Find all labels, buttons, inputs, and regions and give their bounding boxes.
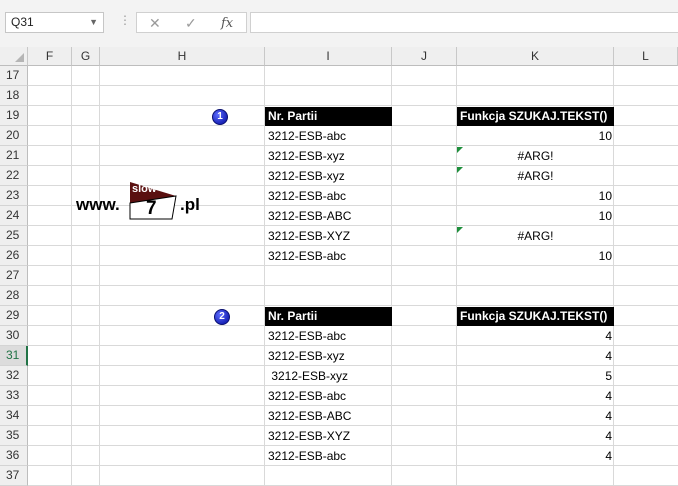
row-header[interactable]: 21 <box>0 146 28 166</box>
table1-batch-cell[interactable]: 3212-ESB-abc <box>268 127 346 146</box>
table2-result-cell[interactable]: 4 <box>457 447 612 466</box>
row-header[interactable]: 25 <box>0 226 28 246</box>
row-header[interactable]: 32 <box>0 366 28 386</box>
row-header[interactable]: 19 <box>0 106 28 126</box>
logo-word: slow <box>132 183 157 195</box>
table1-result-cell[interactable]: #ARG! <box>457 147 614 166</box>
row-header[interactable]: 29 <box>0 306 28 326</box>
table1-batch-cell[interactable]: 3212-ESB-abc <box>268 187 346 206</box>
table1-result-cell[interactable]: 10 <box>457 187 612 206</box>
table1-result-cell[interactable]: #ARG! <box>457 167 614 186</box>
table2-batch-cell[interactable]: 3212-ESB-XYZ <box>268 427 350 446</box>
chevron-down-icon[interactable]: ▼ <box>89 13 98 32</box>
grid-line <box>264 66 265 486</box>
row-header[interactable]: 34 <box>0 406 28 426</box>
column-header-j[interactable]: J <box>392 47 457 66</box>
row-header[interactable]: 24 <box>0 206 28 226</box>
row-header[interactable]: 35 <box>0 426 28 446</box>
table1-batch-cell[interactable]: 3212-ESB-xyz <box>268 147 345 166</box>
grid-line <box>28 105 678 106</box>
table2-batch-cell[interactable]: 3212-ESB-abc <box>268 327 346 346</box>
table1-result-cell[interactable]: #ARG! <box>457 227 614 246</box>
table2-result-cell[interactable]: 4 <box>457 427 612 446</box>
table2-batch-cell[interactable]: 3212-ESB-abc <box>268 447 346 466</box>
table1-header-func[interactable]: Funkcja SZUKAJ.TEKST() <box>457 107 614 126</box>
grid-line <box>71 66 72 486</box>
table1-batch-cell[interactable]: 3212-ESB-ABC <box>268 207 351 226</box>
logo-suffix: .pl <box>180 195 200 214</box>
table1-result-cell[interactable]: 10 <box>457 247 612 266</box>
table2-batch-cell[interactable]: 3212-ESB-xyz <box>268 347 345 366</box>
logo-digit: 7 <box>146 198 157 219</box>
row-header[interactable]: 20 <box>0 126 28 146</box>
row-header[interactable]: 28 <box>0 286 28 306</box>
table2-result-cell[interactable]: 5 <box>457 367 612 386</box>
table2-result-cell[interactable]: 4 <box>457 407 612 426</box>
site-logo: www. slow 7 .pl <box>76 181 206 221</box>
grid-line <box>28 285 678 286</box>
table2-header-func[interactable]: Funkcja SZUKAJ.TEKST() <box>457 307 614 326</box>
select-all-corner[interactable] <box>0 47 28 66</box>
table2-result-cell[interactable]: 4 <box>457 347 612 366</box>
table1-batch-cell[interactable]: 3212-ESB-XYZ <box>268 227 350 246</box>
table2-batch-cell[interactable]: 3212-ESB-xyz <box>268 367 348 386</box>
table2-header-batch[interactable]: Nr. Partii <box>265 307 392 326</box>
grid-line <box>613 66 614 486</box>
grid-line <box>391 66 392 486</box>
grid-line <box>28 85 678 86</box>
row-header[interactable]: 17 <box>0 66 28 86</box>
table2-result-cell[interactable]: 4 <box>457 327 612 346</box>
fx-icon[interactable]: fx <box>221 16 233 31</box>
row-header[interactable]: 18 <box>0 86 28 106</box>
column-header-f[interactable]: F <box>28 47 72 66</box>
table1-batch-cell[interactable]: 3212-ESB-xyz <box>268 167 345 186</box>
logo-prefix: www. <box>76 195 120 214</box>
grid-line <box>99 66 100 486</box>
table1-header-batch[interactable]: Nr. Partii <box>265 107 392 126</box>
badge-two: 2 <box>214 309 230 325</box>
row-header[interactable]: 23 <box>0 186 28 206</box>
row-header[interactable]: 36 <box>0 446 28 466</box>
table2-batch-cell[interactable]: 3212-ESB-ABC <box>268 407 351 426</box>
row-header[interactable]: 26 <box>0 246 28 266</box>
table2-result-cell[interactable]: 4 <box>457 387 612 406</box>
close-icon[interactable]: ✕ <box>149 15 161 32</box>
badge-one: 1 <box>212 109 228 125</box>
column-header-g[interactable]: G <box>72 47 100 66</box>
table2-batch-cell[interactable]: 3212-ESB-abc <box>268 387 346 406</box>
row-header[interactable]: 27 <box>0 266 28 286</box>
formula-input[interactable] <box>250 12 678 33</box>
row-header[interactable]: 30 <box>0 326 28 346</box>
row-header[interactable]: 33 <box>0 386 28 406</box>
name-box[interactable]: Q31 ▼ <box>5 12 104 33</box>
table1-batch-cell[interactable]: 3212-ESB-abc <box>268 247 346 266</box>
row-header[interactable]: 37 <box>0 466 28 486</box>
column-header-k[interactable]: K <box>457 47 614 66</box>
row-header-selected[interactable]: 31 <box>0 346 28 366</box>
row-header[interactable]: 22 <box>0 166 28 186</box>
grid-line <box>28 305 678 306</box>
formula-bar: Q31 ▼ ⋮ ✕ ✓ fx <box>0 0 678 47</box>
column-header-h[interactable]: H <box>100 47 265 66</box>
table1-result-cell[interactable]: 10 <box>457 127 612 146</box>
formula-buttons: ✕ ✓ fx <box>136 12 247 33</box>
drag-handle-icon[interactable]: ⋮ <box>119 13 131 27</box>
name-box-value: Q31 <box>11 15 34 29</box>
table1-result-cell[interactable]: 10 <box>457 207 612 226</box>
check-icon[interactable]: ✓ <box>185 15 197 32</box>
column-header-i[interactable]: I <box>265 47 392 66</box>
column-header-l[interactable]: L <box>614 47 678 66</box>
